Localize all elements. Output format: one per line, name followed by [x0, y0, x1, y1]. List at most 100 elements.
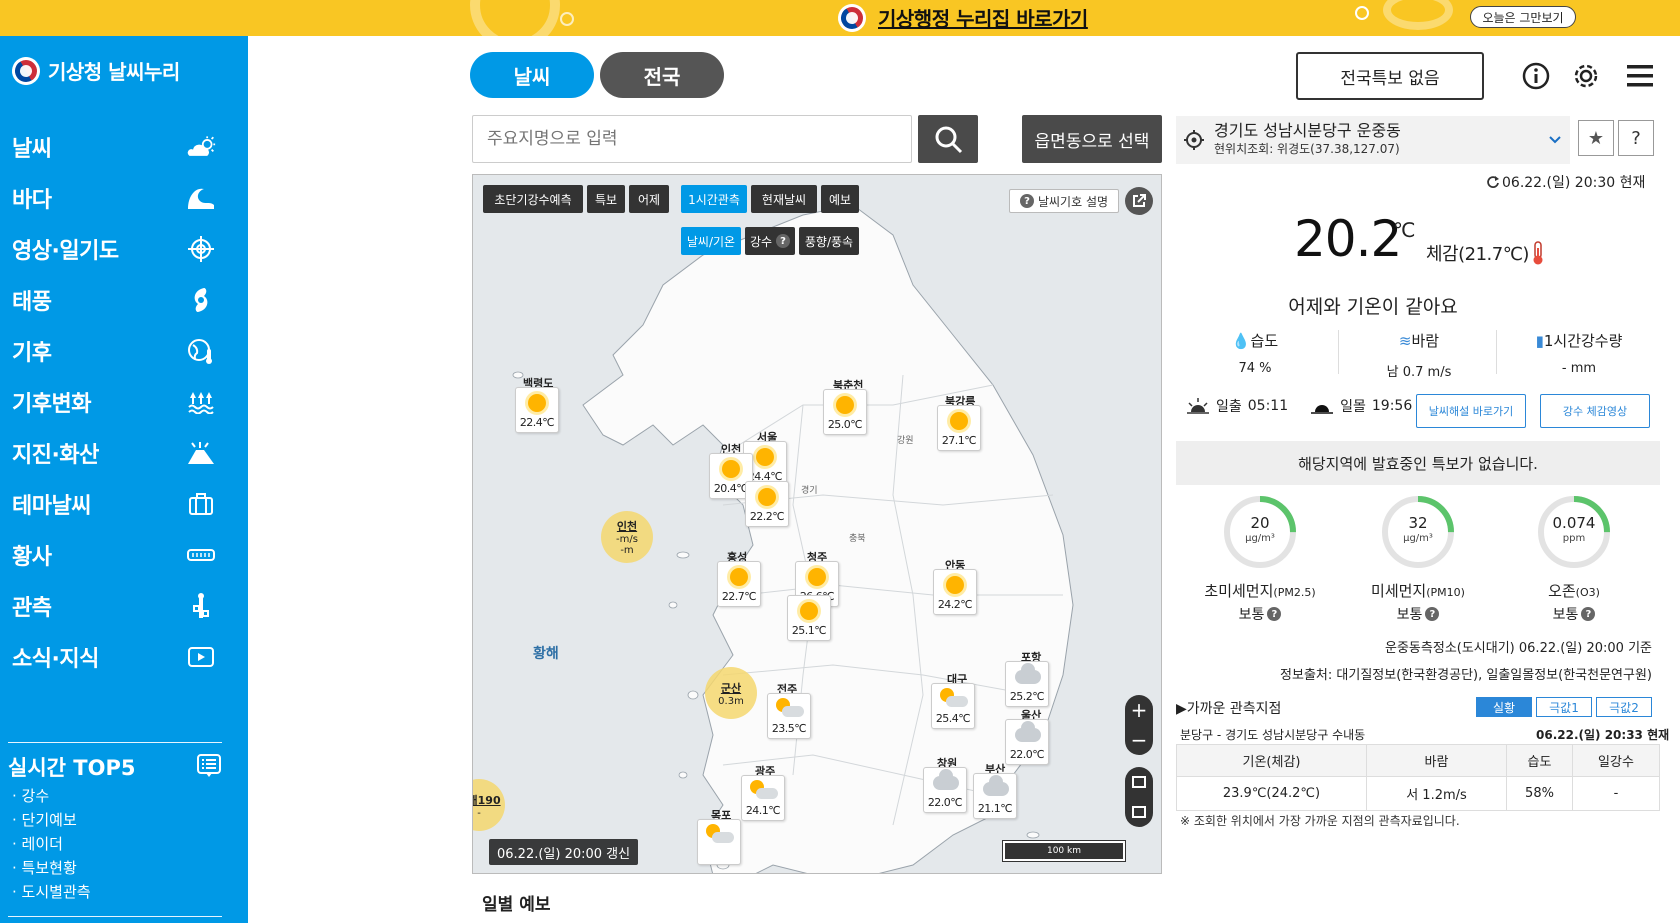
help-icon[interactable]: ?	[1267, 607, 1282, 621]
sidebar-item-news-knowledge[interactable]: 소식·지식	[0, 630, 248, 684]
station-marker[interactable]: 25.4℃	[931, 683, 975, 729]
sidebar-item-sea[interactable]: 바다	[0, 171, 248, 225]
map-tab-warning[interactable]: 특보	[587, 185, 625, 213]
station-marker[interactable]	[697, 819, 741, 865]
sidebar-item-imagery[interactable]: 영상·일기도	[0, 222, 248, 276]
wind-label-row: ≋바람	[1354, 330, 1484, 351]
info-button[interactable]	[1520, 60, 1552, 92]
help-button[interactable]: ?	[1618, 120, 1654, 156]
map-tab-current[interactable]: 현재날씨	[751, 185, 817, 213]
admin-site-link[interactable]: 기상행정 누리집 바로가기	[878, 3, 1088, 32]
station-marker[interactable]: 25.0℃	[823, 389, 867, 435]
province-label: 충북	[849, 534, 866, 544]
help-icon[interactable]: ?	[1581, 607, 1596, 621]
sidebar-item-earthquake-volcano[interactable]: 지진·화산	[0, 426, 248, 480]
station-marker[interactable]: 22.2℃	[745, 481, 789, 527]
sidebar-item-climate-change[interactable]: 기후변화	[0, 375, 248, 429]
rain-feel-video-button[interactable]: 강수 체감영상	[1540, 394, 1650, 428]
sidebar-item-label: 영상·일기도	[12, 239, 119, 264]
sidebar-item-label: 태풍	[12, 290, 52, 315]
station-marker[interactable]: 24.2℃	[933, 569, 977, 615]
station-marker[interactable]: 22.7℃	[717, 561, 761, 607]
cloudy-icon	[933, 769, 959, 790]
open-external-button[interactable]	[1125, 187, 1153, 215]
sidebar-item-label: 기후변화	[12, 392, 91, 417]
sidebar-item-theme-weather[interactable]: 테마날씨	[0, 477, 248, 531]
pm25-sub: (PM2.5)	[1273, 586, 1316, 599]
sidebar-item-label: 바다	[12, 188, 52, 213]
top5-list: 강수 단기예보 레이더 특보현황 도시별관측	[12, 784, 91, 904]
map-subtab-rain[interactable]: 강수?	[745, 227, 795, 255]
station-marker[interactable]: 25.1℃	[787, 595, 831, 641]
obs-tab-current[interactable]: 실황	[1476, 697, 1532, 717]
feels-like-text: 체감(21.7℃)	[1426, 244, 1529, 265]
menu-button[interactable]	[1624, 60, 1656, 92]
sidebar-divider	[8, 916, 222, 917]
top5-item[interactable]: 레이더	[12, 832, 91, 856]
dismiss-today-button[interactable]: 오늘은 그만보기	[1470, 6, 1576, 28]
top5-item[interactable]: 특보현황	[12, 856, 91, 880]
buoy-marker[interactable]: 인천 -m/s -m	[601, 511, 653, 563]
search-input[interactable]	[472, 115, 912, 163]
sidebar-item-weather[interactable]: 날씨	[0, 120, 248, 174]
sidebar-item-label: 소식·지식	[12, 647, 99, 672]
top5-item[interactable]: 단기예보	[12, 808, 91, 832]
star-icon: ★	[1587, 127, 1605, 149]
sidebar-item-climate[interactable]: 기후	[0, 324, 248, 378]
tab-national[interactable]: 전국	[600, 52, 724, 98]
zoom-in-button[interactable]: +	[1131, 698, 1148, 722]
sidebar-item-label: 날씨	[12, 137, 52, 162]
logo-text: 기상청 날씨누리	[48, 60, 180, 84]
obs-tab-extreme2[interactable]: 극값2	[1596, 697, 1652, 717]
map-tab-hourly-obs[interactable]: 1시간관측	[681, 185, 747, 213]
nearby-station-title: ▶가까운 관측지점	[1176, 701, 1282, 717]
map-tab-yesterday[interactable]: 어제	[629, 185, 669, 213]
banner-link-group[interactable]: 기상행정 누리집 바로가기	[832, 0, 1088, 36]
ozone-level-row: 보통?	[1494, 604, 1654, 624]
location-selector[interactable]: 경기도 성남시분당구 운중동 현위치조회: 위경도(37.38,127.07)	[1176, 116, 1570, 164]
weather-commentary-button[interactable]: 날씨해설 바로가기	[1416, 394, 1526, 428]
tab-weather[interactable]: 날씨	[470, 52, 594, 98]
sidebar-item-yellow-dust[interactable]: 황사	[0, 528, 248, 582]
sidebar-item-observation[interactable]: 관측	[0, 579, 248, 633]
ruler-icon[interactable]	[1132, 776, 1146, 788]
sunny-icon	[950, 412, 968, 430]
search-button[interactable]	[918, 115, 978, 163]
search-icon	[935, 126, 963, 154]
buoy-marker[interactable]: 군산 0.3m	[705, 667, 757, 719]
weather-map[interactable]: 초단기강수예측 특보 어제 1시간관측 현재날씨 예보 날씨/기온 강수? 풍향…	[472, 174, 1162, 874]
favorite-button[interactable]: ★	[1578, 120, 1614, 156]
station-marker[interactable]: 27.1℃	[937, 405, 981, 451]
national-warning-button[interactable]: 전국특보 없음	[1296, 52, 1484, 100]
station-marker[interactable]: 22.0℃	[1005, 719, 1049, 765]
zoom-out-button[interactable]: −	[1131, 728, 1148, 752]
station-marker[interactable]: 21.1℃	[973, 773, 1017, 819]
table-header: 일강수	[1572, 744, 1660, 777]
select-region-button[interactable]: 읍면동으로 선택	[1022, 115, 1162, 163]
sidebar-item-typhoon[interactable]: 태풍	[0, 273, 248, 327]
help-icon[interactable]: ?	[776, 234, 791, 248]
legend-button[interactable]: ? 날씨기호 설명	[1009, 189, 1119, 213]
map-subtab-weather-temp[interactable]: 날씨/기온	[681, 227, 741, 255]
rain-gauge-icon: ▮	[1535, 332, 1544, 350]
station-marker[interactable]: 22.4℃	[515, 387, 559, 433]
map-tab-forecast[interactable]: 예보	[821, 185, 859, 213]
cloud-shape	[756, 788, 778, 799]
settings-button[interactable]	[1570, 60, 1602, 92]
top5-item[interactable]: 강수	[12, 784, 91, 808]
top-banner: 기상행정 누리집 바로가기 오늘은 그만보기	[0, 0, 1680, 36]
station-marker[interactable]: 22.0℃	[923, 767, 967, 813]
station-marker[interactable]: 25.2℃	[1005, 661, 1049, 707]
location-text: 경기도 성남시분당구 운중동 현위치조회: 위경도(37.38,127.07)	[1214, 122, 1534, 158]
help-icon[interactable]: ?	[1425, 607, 1440, 621]
map-subtab-wind[interactable]: 풍향/풍속	[799, 227, 859, 255]
station-marker[interactable]: 24.1℃	[741, 775, 785, 821]
station-marker[interactable]: 23.5℃	[767, 693, 811, 739]
obs-tab-extreme1[interactable]: 극값1	[1536, 697, 1592, 717]
sidebar-item-label: 지진·화산	[12, 443, 99, 468]
top5-item[interactable]: 도시별관측	[12, 880, 91, 904]
site-logo[interactable]: 기상청 날씨누리	[6, 51, 180, 90]
layers-icon[interactable]	[1132, 806, 1146, 818]
map-tab-nowcast[interactable]: 초단기강수예측	[483, 185, 583, 213]
top5-header: 실시간 TOP5	[8, 752, 222, 782]
